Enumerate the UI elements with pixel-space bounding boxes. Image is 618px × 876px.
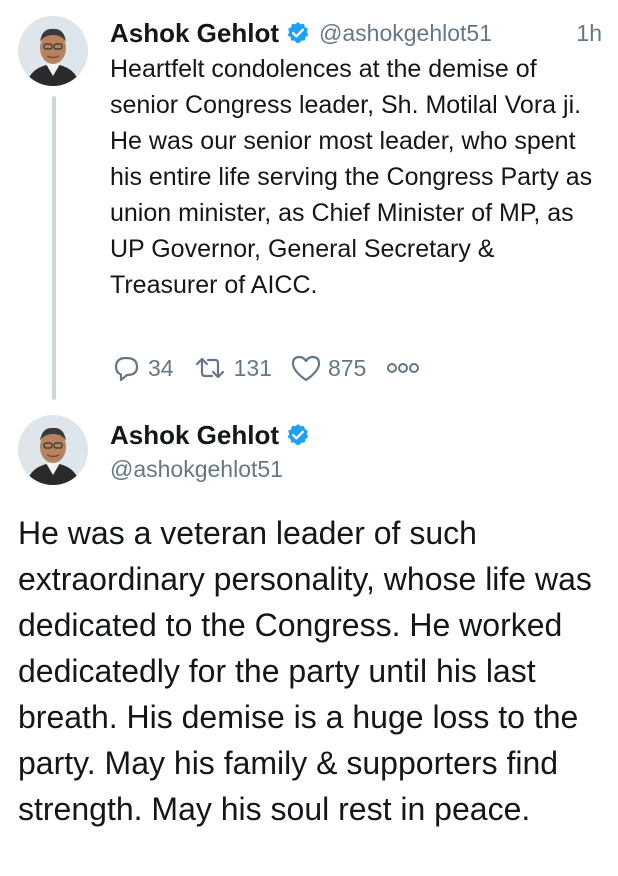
more-options-button[interactable] (386, 361, 420, 375)
author-name[interactable]: Ashok Gehlot (110, 18, 279, 49)
avatar[interactable] (18, 415, 88, 485)
like-icon (291, 355, 321, 382)
reply-count: 34 (148, 354, 174, 381)
tweet-actions: 34 131 875 (110, 350, 438, 386)
tweet-header: Ashok Gehlot (110, 418, 310, 452)
reply-icon (114, 356, 139, 382)
thread-connector-line (52, 96, 56, 400)
avatar-image (18, 415, 88, 485)
retweet-button[interactable]: 131 (192, 353, 272, 383)
like-count: 875 (327, 354, 367, 381)
tweet-text: Heartfelt condolences at the demise of s… (110, 55, 593, 299)
tweet-text: He was a veteran leader of such extraord… (18, 515, 592, 827)
avatar[interactable] (18, 16, 88, 86)
verified-icon (286, 423, 310, 447)
author-handle[interactable]: @ashokgehlot51 (319, 20, 492, 47)
tweet-header: Ashok Gehlot @ashokgehlot51 1h (110, 16, 602, 50)
reply-button[interactable]: 34 (110, 353, 174, 383)
author-handle[interactable]: @ashokgehlot51 (110, 456, 283, 483)
tweet-timestamp[interactable]: 1h (576, 20, 602, 47)
retweet-count: 131 (233, 354, 272, 381)
verified-icon (286, 21, 310, 45)
author-name[interactable]: Ashok Gehlot (110, 420, 279, 451)
avatar-image (18, 16, 88, 86)
retweet-icon (195, 357, 224, 379)
more-icon (387, 363, 420, 373)
like-button[interactable]: 875 (290, 353, 366, 383)
